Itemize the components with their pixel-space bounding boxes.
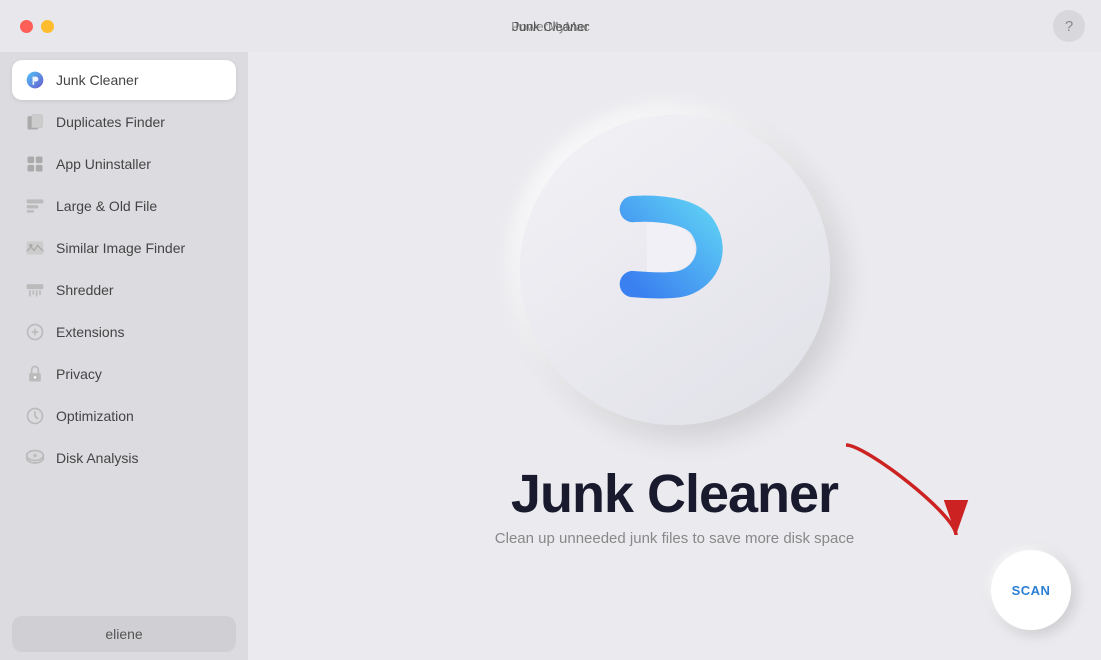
close-button[interactable] bbox=[20, 20, 33, 33]
sidebar-label-extensions: Extensions bbox=[56, 324, 124, 340]
sidebar-label-shredder: Shredder bbox=[56, 282, 114, 298]
main-title: Junk Cleaner bbox=[495, 465, 854, 524]
sidebar-label-privacy: Privacy bbox=[56, 366, 102, 382]
sidebar-item-shredder[interactable]: Shredder bbox=[12, 270, 236, 310]
sidebar-item-junk-cleaner[interactable]: Junk Cleaner bbox=[12, 60, 236, 100]
sub-title: Clean up unneeded junk files to save mor… bbox=[495, 530, 854, 547]
app-uninstaller-icon bbox=[24, 153, 46, 175]
scan-button[interactable]: SCAN bbox=[991, 550, 1071, 630]
optimization-icon bbox=[24, 405, 46, 427]
window-title: Junk Cleaner bbox=[512, 19, 589, 34]
sidebar: Junk Cleaner Duplicates Finder bbox=[0, 52, 248, 660]
sidebar-item-optimization[interactable]: Optimization bbox=[12, 396, 236, 436]
red-arrow-icon bbox=[826, 435, 976, 555]
sidebar-item-large-old-file[interactable]: Large & Old File bbox=[12, 186, 236, 226]
main-layout: Junk Cleaner Duplicates Finder bbox=[0, 52, 1101, 660]
help-button[interactable]: ? bbox=[1053, 10, 1085, 42]
similar-image-finder-icon bbox=[24, 237, 46, 259]
sidebar-label-app-uninstaller: App Uninstaller bbox=[56, 156, 151, 172]
sidebar-item-extensions[interactable]: Extensions bbox=[12, 312, 236, 352]
privacy-icon bbox=[24, 363, 46, 385]
disk-analysis-icon bbox=[24, 447, 46, 469]
duplicates-finder-icon bbox=[24, 111, 46, 133]
sidebar-item-app-uninstaller[interactable]: App Uninstaller bbox=[12, 144, 236, 184]
sidebar-spacer bbox=[12, 480, 236, 614]
traffic-lights bbox=[20, 20, 75, 33]
sidebar-label-large-old-file: Large & Old File bbox=[56, 198, 157, 214]
shredder-icon bbox=[24, 279, 46, 301]
text-section: Junk Cleaner Clean up unneeded junk file… bbox=[495, 465, 854, 547]
sidebar-item-disk-analysis[interactable]: Disk Analysis bbox=[12, 438, 236, 478]
sidebar-item-similar-image-finder[interactable]: Similar Image Finder bbox=[12, 228, 236, 268]
sidebar-user[interactable]: eliene bbox=[12, 616, 236, 652]
extensions-icon bbox=[24, 321, 46, 343]
titlebar: PowerMyMac Junk Cleaner ? bbox=[0, 0, 1101, 52]
sidebar-item-duplicates-finder[interactable]: Duplicates Finder bbox=[12, 102, 236, 142]
content-area: Junk Cleaner Clean up unneeded junk file… bbox=[248, 52, 1101, 660]
sidebar-label-optimization: Optimization bbox=[56, 408, 134, 424]
minimize-button[interactable] bbox=[41, 20, 54, 33]
sidebar-label-disk-analysis: Disk Analysis bbox=[56, 450, 138, 466]
sidebar-label-junk-cleaner: Junk Cleaner bbox=[56, 72, 139, 88]
p-logo-icon bbox=[610, 195, 740, 345]
large-old-file-icon bbox=[24, 195, 46, 217]
sidebar-label-similar-image-finder: Similar Image Finder bbox=[56, 240, 185, 256]
logo-circle bbox=[520, 115, 830, 425]
sidebar-item-privacy[interactable]: Privacy bbox=[12, 354, 236, 394]
sidebar-label-duplicates-finder: Duplicates Finder bbox=[56, 114, 165, 130]
junk-cleaner-icon bbox=[24, 69, 46, 91]
